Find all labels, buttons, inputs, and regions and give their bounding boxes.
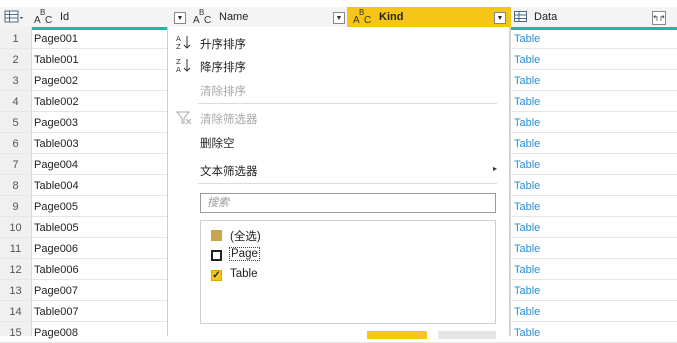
- data-table-link[interactable]: Table: [514, 243, 540, 255]
- filter-values-list: (全选) Page ✓ Table: [200, 220, 496, 324]
- svg-text:Z: Z: [176, 58, 181, 66]
- svg-text:Z: Z: [176, 43, 181, 50]
- row-number: 13: [9, 285, 22, 297]
- column-header-id[interactable]: ABC Id: [34, 7, 167, 27]
- id-cell[interactable]: Page001: [34, 33, 78, 45]
- clear-filter-icon: [175, 110, 192, 125]
- abc-text-type-icon[interactable]: ABC: [353, 9, 373, 26]
- sort-ascending-icon: AZ: [176, 34, 191, 51]
- row-number: 6: [12, 138, 19, 150]
- select-all-label[interactable]: (全选): [230, 228, 261, 244]
- id-cell[interactable]: Page004: [34, 159, 78, 171]
- id-cell[interactable]: Table006: [34, 264, 79, 276]
- row-number: 12: [9, 264, 22, 276]
- row-number: 11: [9, 243, 22, 255]
- data-table-link[interactable]: Table: [514, 75, 540, 87]
- column-header-kind-label: Kind: [379, 11, 404, 23]
- table-grid-icon: [4, 10, 23, 23]
- id-cell[interactable]: Page007: [34, 285, 78, 297]
- remove-empty-item[interactable]: 删除空: [200, 135, 235, 151]
- submenu-arrow-icon: ▸: [493, 164, 498, 173]
- page-checkbox[interactable]: [211, 250, 222, 261]
- id-cell[interactable]: Page003: [34, 117, 78, 129]
- kind-filter-menu: AZ 升序排序 ZA 降序排序 清除排序 清除筛选器 删除空 文本筛选器 ▸ 搜…: [167, 27, 510, 339]
- data-table-link[interactable]: Table: [514, 327, 540, 339]
- row-number: 15: [9, 327, 22, 339]
- abc-text-type-icon[interactable]: ABC: [193, 9, 213, 26]
- svg-text:A: A: [176, 66, 181, 73]
- select-all-checkbox[interactable]: [211, 230, 222, 241]
- data-table-link[interactable]: Table: [514, 96, 540, 108]
- data-table-link[interactable]: Table: [514, 33, 540, 45]
- id-cell[interactable]: Table007: [34, 306, 79, 318]
- column-header-data-label: Data: [534, 11, 558, 23]
- query-grid: ABC Id ▼ ABC Name ▼ ABC Kind ▼ Data ↰↱ 1…: [0, 0, 677, 343]
- data-table-link[interactable]: Table: [514, 180, 540, 192]
- data-table-link[interactable]: Table: [514, 285, 540, 297]
- kind-filter-dropdown-button[interactable]: ▼: [494, 12, 506, 24]
- row-number: 2: [12, 54, 19, 66]
- table-option-label[interactable]: Table: [230, 268, 258, 280]
- ok-button[interactable]: [367, 331, 427, 339]
- clear-filter-item: 清除筛选器: [200, 114, 258, 126]
- menu-separator: [198, 103, 497, 104]
- svg-text:A: A: [176, 35, 181, 43]
- chevron-down-icon: ▼: [176, 14, 184, 22]
- chevron-down-icon: ▼: [496, 14, 504, 22]
- data-table-link[interactable]: Table: [514, 306, 540, 318]
- sort-ascending-item[interactable]: 升序排序: [200, 36, 246, 52]
- column-header-id-label: Id: [60, 11, 70, 23]
- checkmark-icon: ✓: [212, 270, 221, 281]
- table-type-icon: [514, 11, 527, 22]
- data-table-link[interactable]: Table: [514, 264, 540, 276]
- data-table-link[interactable]: Table: [514, 54, 540, 66]
- expand-arrows-icon: ↰↱: [652, 13, 666, 23]
- column-header-kind[interactable]: ABC Kind: [353, 7, 493, 27]
- id-cell[interactable]: Table003: [34, 138, 79, 150]
- row-number: 14: [9, 306, 22, 318]
- row-number: 3: [12, 75, 19, 87]
- sort-descending-item[interactable]: 降序排序: [200, 59, 246, 75]
- row-number: 10: [9, 222, 22, 234]
- data-table-link[interactable]: Table: [514, 138, 540, 150]
- row-number: 8: [12, 180, 19, 192]
- divider: [31, 27, 32, 336]
- id-cell[interactable]: Page008: [34, 327, 78, 339]
- id-cell[interactable]: Table001: [34, 54, 79, 66]
- expand-column-button[interactable]: ↰↱: [652, 11, 666, 25]
- clear-sort-item: 清除排序: [200, 86, 246, 98]
- id-cell[interactable]: Page006: [34, 243, 78, 255]
- id-cell[interactable]: Page005: [34, 201, 78, 213]
- column-header-name-label: Name: [219, 11, 249, 23]
- row-number: 9: [12, 201, 19, 213]
- row-number: 1: [12, 33, 19, 45]
- table-checkbox[interactable]: ✓: [211, 270, 222, 281]
- row-number: 5: [12, 117, 19, 129]
- data-table-link[interactable]: Table: [514, 159, 540, 171]
- column-header-data[interactable]: Data: [514, 7, 644, 27]
- row-number: 7: [12, 159, 19, 171]
- chevron-down-icon: ▼: [335, 14, 343, 22]
- name-filter-dropdown-button[interactable]: ▼: [333, 12, 345, 24]
- id-filter-dropdown-button[interactable]: ▼: [174, 12, 186, 24]
- search-input[interactable]: 搜索: [200, 193, 496, 213]
- data-table-link[interactable]: Table: [514, 201, 540, 213]
- id-cell[interactable]: Table002: [34, 96, 79, 108]
- menu-separator: [198, 183, 497, 184]
- sort-descending-icon: ZA: [176, 57, 191, 74]
- abc-text-type-icon[interactable]: ABC: [34, 9, 54, 26]
- page-option-label[interactable]: Page: [229, 247, 260, 261]
- id-cell[interactable]: Page002: [34, 75, 78, 87]
- id-cell[interactable]: Table004: [34, 180, 79, 192]
- row-number: 4: [12, 96, 19, 108]
- divider: [510, 27, 511, 336]
- text-filters-item[interactable]: 文本筛选器: [200, 163, 258, 179]
- cancel-button[interactable]: [438, 331, 496, 339]
- data-table-link[interactable]: Table: [514, 222, 540, 234]
- id-cell[interactable]: Table005: [34, 222, 79, 234]
- column-header-name[interactable]: ABC Name: [193, 7, 343, 27]
- data-table-link[interactable]: Table: [514, 117, 540, 129]
- table-menu-button[interactable]: [4, 7, 30, 27]
